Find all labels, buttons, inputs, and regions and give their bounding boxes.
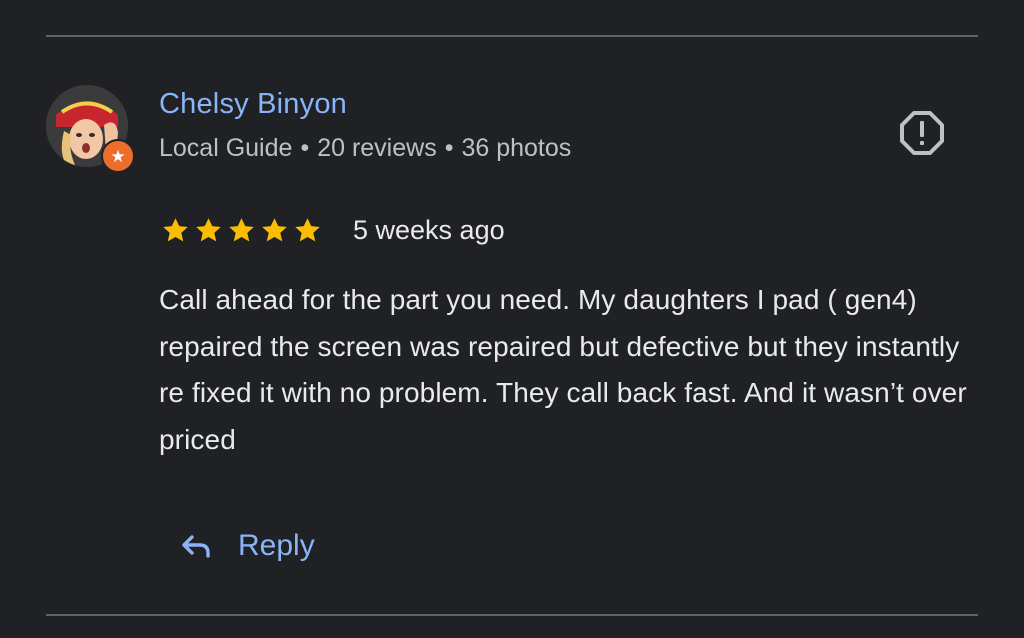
reply-button[interactable]: Reply: [176, 520, 315, 572]
top-divider: [46, 35, 978, 37]
review-count: 20 reviews: [317, 134, 437, 162]
star-icon: [163, 217, 188, 241]
author-avatar[interactable]: ★: [46, 85, 135, 173]
reply-label: Reply: [238, 529, 315, 562]
photo-count: 36 photos: [461, 134, 572, 162]
review-text: Call ahead for the part you need. My dau…: [159, 284, 967, 455]
star-icon: [229, 217, 254, 241]
reply-arrow-icon: [182, 535, 210, 558]
local-guide-label: Local Guide: [159, 134, 293, 162]
star-icon: [196, 217, 221, 241]
star-badge-icon: ★: [110, 146, 126, 166]
author-meta: Local Guide • 20 reviews • 36 photos: [159, 134, 571, 163]
local-guide-badge: ★: [101, 139, 135, 173]
star-icon: [262, 217, 287, 241]
review-date: 5 weeks ago: [353, 214, 505, 245]
bottom-divider: [46, 614, 978, 616]
meta-separator: •: [300, 134, 310, 162]
report-review-button[interactable]: [898, 109, 946, 157]
star-icon: [295, 217, 320, 241]
star-rating: [160, 215, 323, 246]
rating-row: 5 weeks ago: [160, 212, 505, 248]
report-octagon-icon: [900, 111, 944, 155]
author-name[interactable]: Chelsy Binyon: [159, 88, 347, 121]
meta-separator: •: [444, 134, 454, 162]
